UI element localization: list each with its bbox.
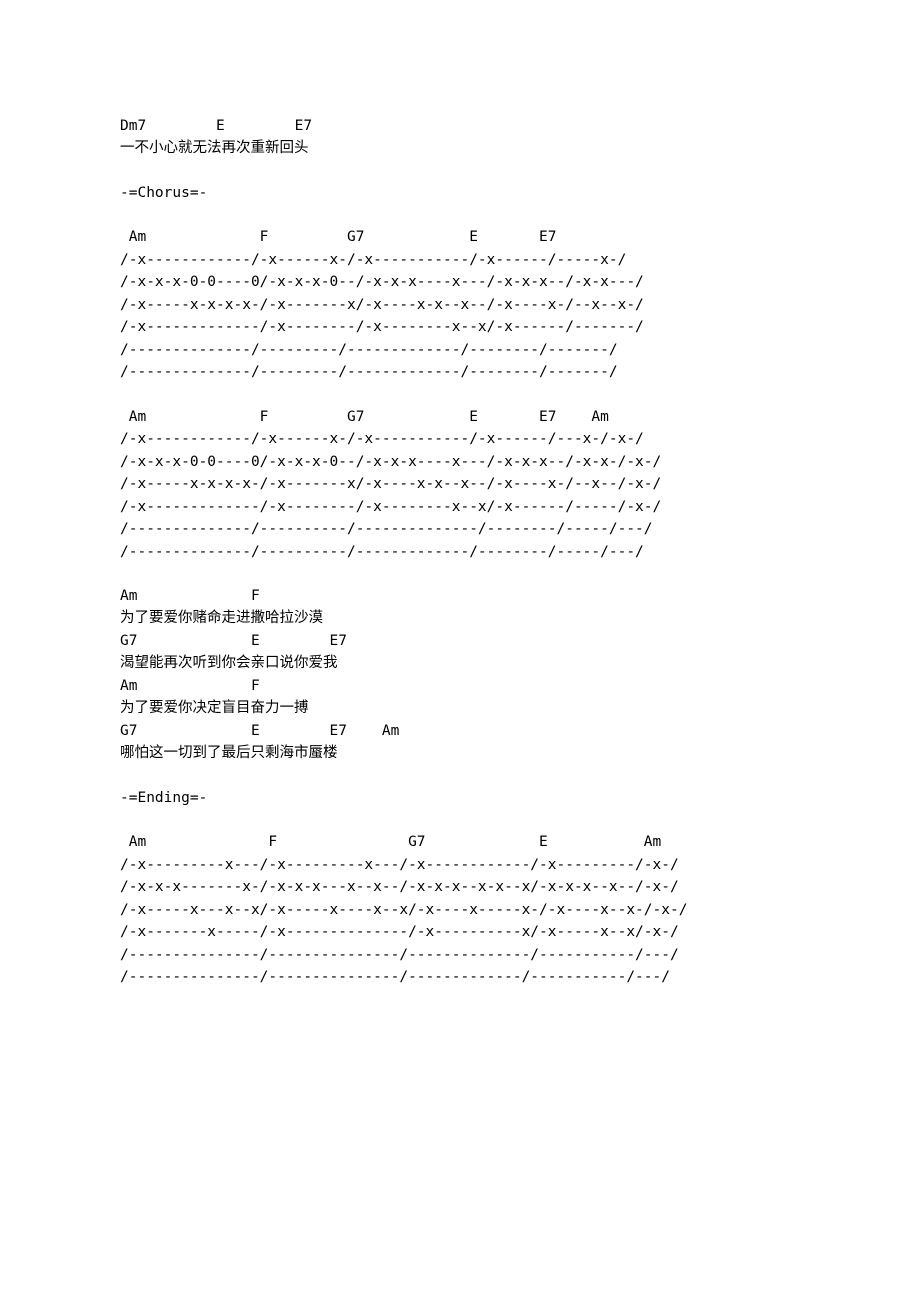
ending-label: -=Ending=- <box>120 787 800 809</box>
tab2-string4: /-x-------------/-x--------/-x--------x-… <box>120 496 800 518</box>
tab1-string5: /--------------/---------/-------------/… <box>120 339 800 361</box>
verse-lyrics-1: 为了要爱你赌命走进撒哈拉沙漠 <box>120 607 800 629</box>
verse-lyrics-4: 哪怕这一切到了最后只剩海市蜃楼 <box>120 742 800 764</box>
tab2-string3: /-x-----x-x-x-x-/-x-------x/-x----x-x--x… <box>120 473 800 495</box>
tab1-string1: /-x------------/-x------x-/-x-----------… <box>120 249 800 271</box>
verse-lyrics-2: 渴望能再次听到你会亲口说你爱我 <box>120 652 800 674</box>
tab1-chords: Am F G7 E E7 <box>120 226 800 248</box>
tab1-string4: /-x-------------/-x--------/-x--------x-… <box>120 316 800 338</box>
chorus-label: -=Chorus=- <box>120 182 800 204</box>
tab1-string3: /-x-----x-x-x-x-/-x-------x/-x----x-x--x… <box>120 294 800 316</box>
tab3-string5: /---------------/---------------/-------… <box>120 944 800 966</box>
tab2-string1: /-x------------/-x------x-/-x-----------… <box>120 428 800 450</box>
verse-chords-4: G7 E E7 Am <box>120 720 800 742</box>
tab1-string2: /-x-x-x-0-0----0/-x-x-x-0--/-x-x-x----x-… <box>120 271 800 293</box>
intro-chords: Dm7 E E7 <box>120 115 800 137</box>
tab2-string6: /--------------/----------/-------------… <box>120 541 800 563</box>
intro-lyrics: 一不小心就无法再次重新回头 <box>120 137 800 159</box>
tab3-string1: /-x---------x---/-x---------x---/-x-----… <box>120 854 800 876</box>
verse-lyrics-3: 为了要爱你决定盲目奋力一搏 <box>120 697 800 719</box>
tab3-string3: /-x-----x---x--x/-x-----x----x--x/-x----… <box>120 899 800 921</box>
tab2-string2: /-x-x-x-0-0----0/-x-x-x-0--/-x-x-x----x-… <box>120 451 800 473</box>
verse-chords-1: Am F <box>120 585 800 607</box>
verse-chords-2: G7 E E7 <box>120 630 800 652</box>
tab2-chords: Am F G7 E E7 Am <box>120 406 800 428</box>
tab3-string4: /-x-------x-----/-x--------------/-x----… <box>120 921 800 943</box>
tab2-string5: /--------------/----------/-------------… <box>120 518 800 540</box>
tab1-string6: /--------------/---------/-------------/… <box>120 361 800 383</box>
verse-chords-3: Am F <box>120 675 800 697</box>
tab3-chords: Am F G7 E Am <box>120 831 800 853</box>
tab3-string2: /-x-x-x-------x-/-x-x-x---x--x--/-x-x-x-… <box>120 876 800 898</box>
tab3-string6: /---------------/---------------/-------… <box>120 966 800 988</box>
